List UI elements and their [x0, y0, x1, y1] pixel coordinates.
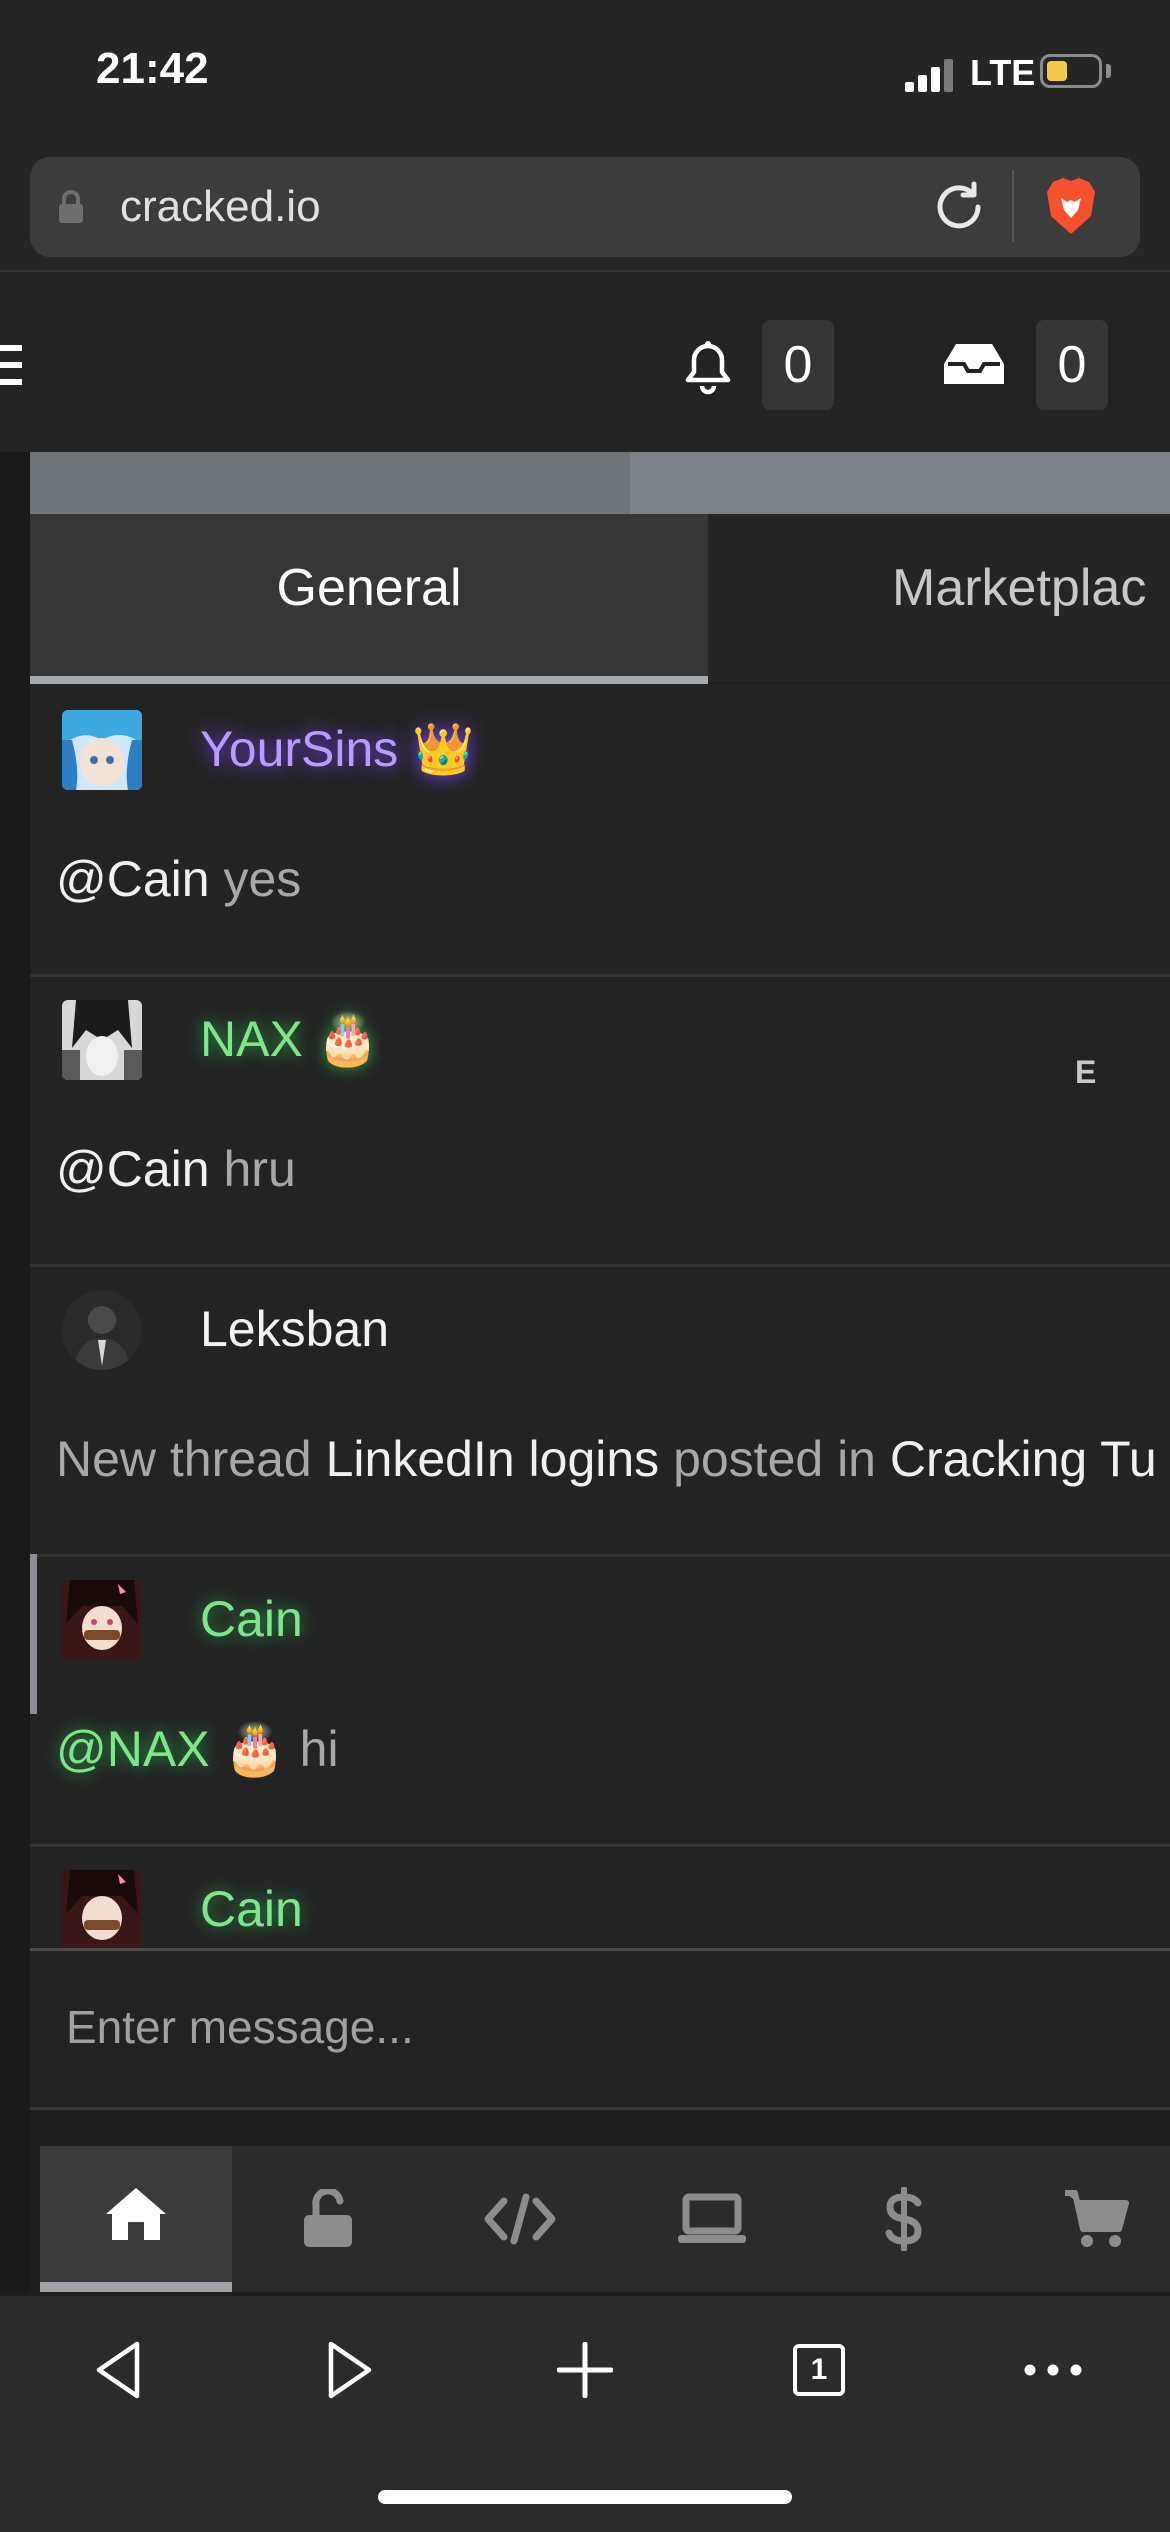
avatar[interactable]	[62, 1290, 142, 1370]
tabs-count-icon: 1	[793, 2344, 845, 2396]
category-cart[interactable]	[1000, 2146, 1170, 2292]
username[interactable]: YourSins 👑	[200, 720, 474, 779]
category-dollar[interactable]	[808, 2146, 1000, 2292]
url-text[interactable]: cracked.io	[120, 182, 321, 232]
tabs-button[interactable]: 1	[779, 2330, 859, 2410]
avatar[interactable]	[62, 1580, 142, 1660]
more-button[interactable]	[1013, 2330, 1093, 2410]
unlock-icon	[304, 2189, 352, 2247]
category-home[interactable]	[40, 2146, 232, 2292]
lock-icon	[56, 190, 86, 224]
battery-cap	[1106, 64, 1111, 78]
message-text: @Cain hru	[56, 1141, 296, 1197]
mention[interactable]: @NAX	[56, 1721, 210, 1777]
category-laptop[interactable]	[616, 2146, 808, 2292]
home-icon	[106, 2188, 166, 2240]
message-text: @Cain yes	[56, 851, 302, 907]
category-code[interactable]	[424, 2146, 616, 2292]
notifications-count[interactable]: 0	[762, 320, 834, 410]
laptop-icon	[678, 2193, 746, 2243]
tab-general-label[interactable]: General	[30, 558, 708, 618]
chat-messages: YourSins 👑 @Cain yes NAX 🎂 E @Cain hru L…	[30, 684, 1170, 1948]
message-input[interactable]	[64, 1981, 1128, 2073]
bell-icon[interactable]	[682, 340, 734, 396]
plus-icon	[557, 2342, 613, 2398]
message-text: @NAX 🎂 hi	[56, 1721, 339, 1777]
category-bar	[40, 2146, 1170, 2292]
chat-message: Leksban New thread LinkedIn logins poste…	[30, 1264, 1170, 1557]
code-icon	[484, 2193, 556, 2245]
back-arrow-icon	[96, 2341, 140, 2399]
brave-lion-icon[interactable]	[1045, 176, 1097, 236]
forward-arrow-icon	[328, 2341, 372, 2399]
signal-icon	[905, 56, 955, 92]
status-time: 21:42	[96, 44, 209, 93]
new-tab-button[interactable]	[545, 2330, 625, 2410]
message-text: New thread LinkedIn logins posted in Cra…	[56, 1431, 1157, 1487]
chat-message: YourSins 👑 @Cain yes	[30, 684, 1170, 977]
cake-icon: 🎂	[223, 1721, 286, 1777]
highlight-bar	[30, 1554, 37, 1714]
category-unlock[interactable]	[232, 2146, 424, 2292]
avatar[interactable]	[62, 710, 142, 790]
crown-icon: 👑	[412, 721, 475, 777]
forward-button[interactable]	[310, 2330, 390, 2410]
username[interactable]: Leksban	[200, 1300, 389, 1358]
cart-icon	[1065, 2190, 1129, 2247]
dollar-icon	[885, 2187, 922, 2251]
panel-banner-shade	[30, 452, 630, 514]
left-rail	[0, 452, 30, 2292]
user-tag: E	[1075, 1054, 1097, 1090]
inbox-count[interactable]: 0	[1036, 320, 1108, 410]
back-button[interactable]	[78, 2330, 158, 2410]
hamburger-menu-icon[interactable]	[0, 345, 22, 385]
more-dots-icon	[1024, 2364, 1082, 2376]
mention[interactable]: @Cain	[56, 851, 210, 907]
message-composer	[30, 1948, 1170, 2110]
chat-message: NAX 🎂 E @Cain hru	[30, 974, 1170, 1267]
cake-icon: 🎂	[316, 1011, 379, 1067]
avatar[interactable]	[62, 1870, 142, 1948]
network-type: LTE	[970, 52, 1036, 93]
thread-link[interactable]: LinkedIn logins	[326, 1431, 660, 1487]
forum-link[interactable]: Cracking Tu	[890, 1431, 1157, 1487]
battery-icon	[1040, 54, 1102, 88]
username[interactable]: Cain	[200, 1880, 303, 1938]
username[interactable]: Cain	[200, 1590, 303, 1648]
avatar[interactable]	[62, 1000, 142, 1080]
mention[interactable]: @Cain	[56, 1141, 210, 1197]
reload-icon[interactable]	[932, 180, 986, 234]
url-divider	[1012, 170, 1014, 242]
username[interactable]: NAX 🎂	[200, 1010, 379, 1069]
chat-message: Cain @NAX 🎂 hi	[30, 1554, 1170, 1847]
chat-message: Cain	[30, 1844, 1170, 1948]
inbox-icon[interactable]	[942, 340, 1006, 388]
tab-marketplace[interactable]: Marketplac	[892, 558, 1146, 618]
home-indicator[interactable]	[378, 2490, 792, 2504]
